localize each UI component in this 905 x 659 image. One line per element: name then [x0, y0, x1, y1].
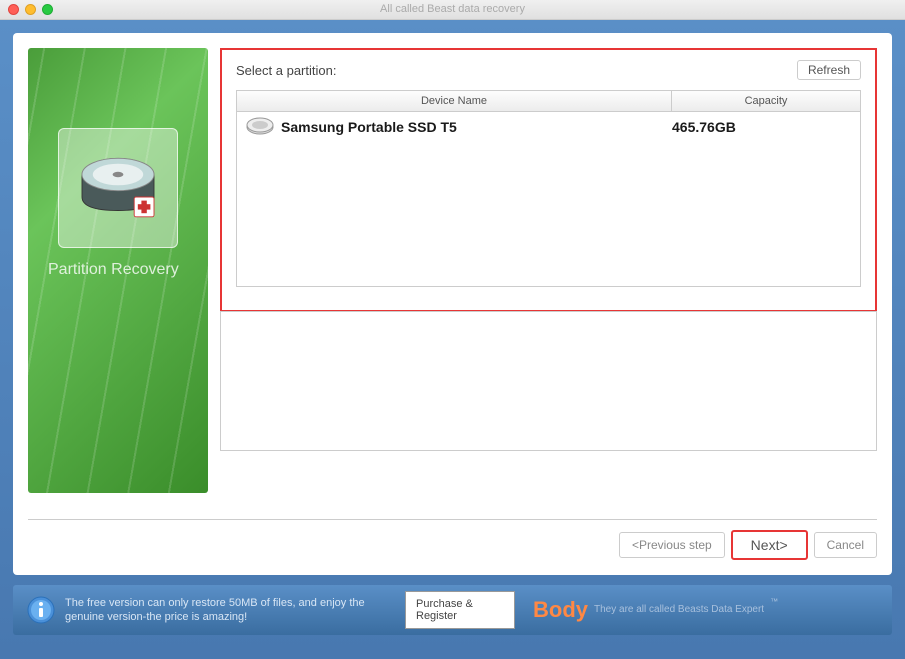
brand-tagline: They are all called Beasts Data Expert [594, 604, 764, 616]
partition-label: Select a partition: [236, 63, 336, 78]
button-row: <Previous step Next> Cancel [28, 530, 877, 560]
previous-button[interactable]: <Previous step [619, 532, 725, 558]
device-table: Device Name Capacity Samsung Portable SS… [236, 90, 861, 287]
brand: Body They are all called Beasts Data Exp… [533, 597, 778, 623]
window-title: All called Beast data recovery [380, 3, 525, 15]
cancel-button[interactable]: Cancel [814, 532, 877, 558]
footer-text: The free version can only restore 50MB o… [65, 596, 395, 625]
main-container: Partition Recovery Select a partition: R… [0, 20, 905, 659]
window-controls [8, 4, 53, 15]
lower-box [220, 311, 877, 451]
partition-box: Select a partition: Refresh Device Name … [220, 48, 877, 312]
partition-header: Select a partition: Refresh [236, 60, 861, 80]
content-panel: Partition Recovery Select a partition: R… [13, 33, 892, 575]
sidebar-title: Partition Recovery [48, 260, 188, 279]
trademark-icon: ™ [770, 597, 778, 606]
partition-area: Select a partition: Refresh Device Name … [220, 48, 877, 501]
nav-section: <Previous step Next> Cancel [28, 513, 877, 560]
disk-icon-box [58, 128, 178, 248]
divider [28, 519, 877, 520]
refresh-button[interactable]: Refresh [797, 60, 861, 80]
col-capacity: Capacity [672, 91, 860, 111]
titlebar: All called Beast data recovery [0, 0, 905, 20]
footer: The free version can only restore 50MB o… [13, 585, 892, 635]
col-device-name: Device Name [237, 91, 672, 111]
brand-name: Body [533, 597, 588, 623]
drive-icon [245, 117, 275, 137]
device-name: Samsung Portable SSD T5 [281, 119, 672, 135]
device-capacity: 465.76GB [672, 119, 852, 135]
disk-recovery-icon [73, 143, 163, 233]
top-section: Partition Recovery Select a partition: R… [28, 48, 877, 501]
minimize-icon[interactable] [25, 4, 36, 15]
next-button[interactable]: Next> [731, 530, 808, 560]
maximize-icon[interactable] [42, 4, 53, 15]
purchase-button[interactable]: Purchase & Register [405, 591, 515, 629]
sidebar: Partition Recovery [28, 48, 208, 493]
table-row[interactable]: Samsung Portable SSD T5 465.76GB [237, 112, 860, 142]
table-header: Device Name Capacity [237, 91, 860, 112]
close-icon[interactable] [8, 4, 19, 15]
info-icon [27, 596, 55, 624]
